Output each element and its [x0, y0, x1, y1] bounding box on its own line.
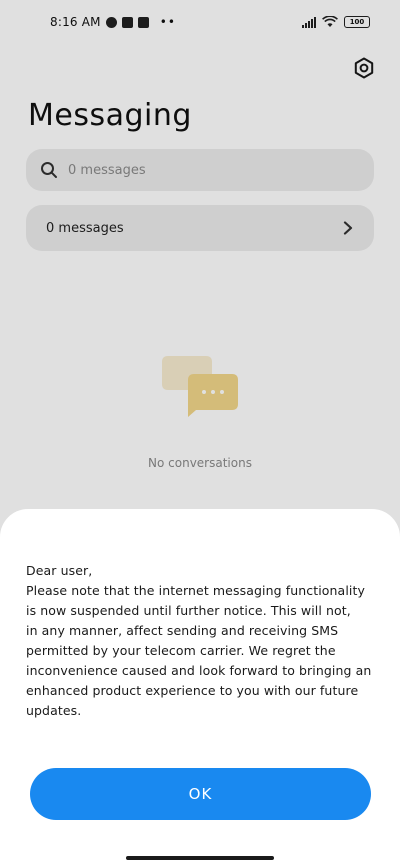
ok-button[interactable]: OK	[30, 768, 371, 820]
dialog-line: enhanced product experience to you with …	[26, 683, 359, 698]
notice-dialog: Dear user, Please note that the internet…	[0, 509, 400, 866]
dialog-line: updates.	[26, 703, 82, 718]
dialog-line: is now suspended until further notice. T…	[26, 603, 351, 618]
home-indicator[interactable]	[126, 856, 274, 860]
dialog-line: in any manner, affect sending and receiv…	[26, 623, 339, 638]
dialog-line: permitted by your telecom carrier. We re…	[26, 643, 336, 658]
dialog-line: Please note that the internet messaging …	[26, 583, 365, 598]
dialog-message: Dear user, Please note that the internet…	[26, 561, 382, 721]
dialog-line: Dear user,	[26, 563, 93, 578]
dialog-line: inconvenience caused and look forward to…	[26, 663, 372, 678]
